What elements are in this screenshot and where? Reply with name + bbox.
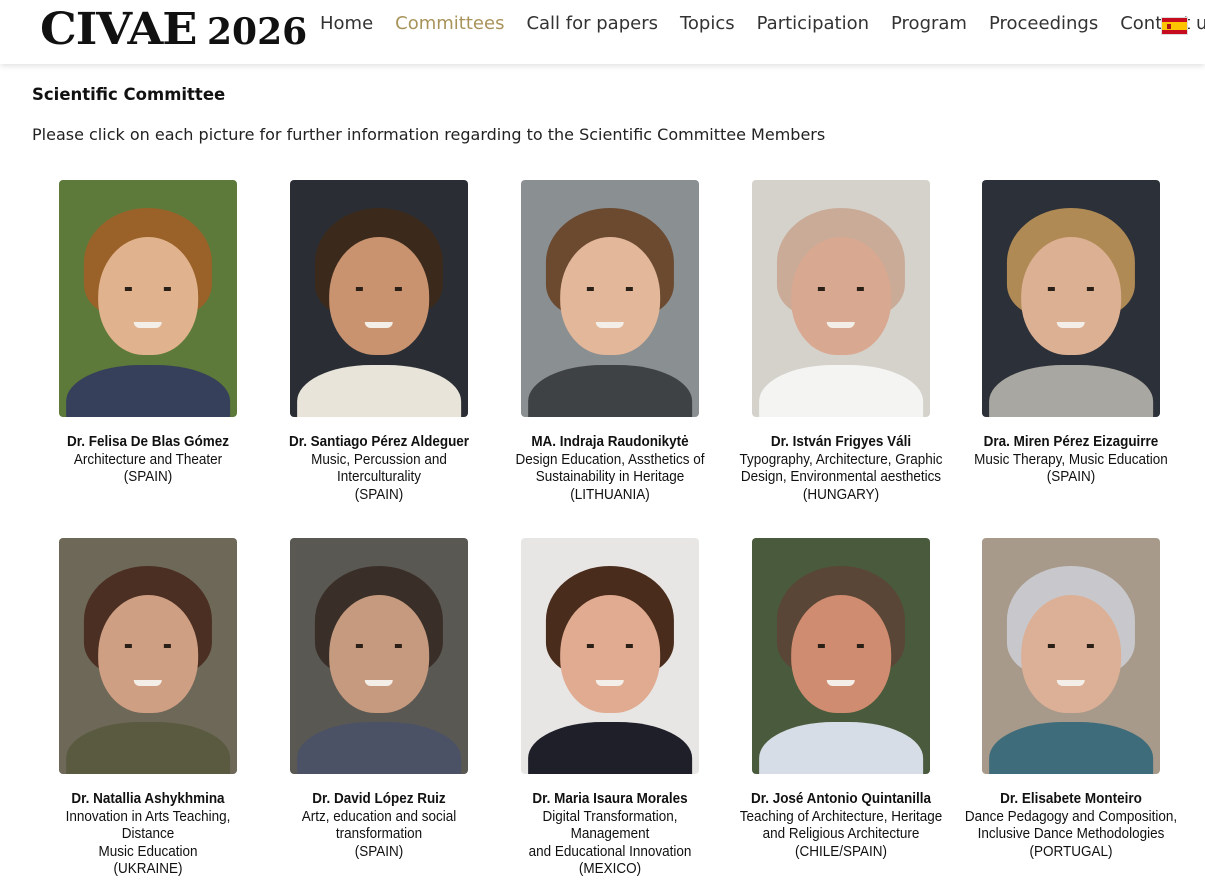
- member-field-line2: and Educational Innovation: [528, 843, 692, 860]
- member-field: Design Education, Assthetics of: [515, 451, 705, 468]
- member-field: Artz, education and social: [301, 808, 457, 825]
- member-country: (MEXICO): [578, 861, 642, 877]
- member-photo[interactable]: [982, 538, 1160, 774]
- member-field-line2: Sustainability in Heritage: [535, 469, 685, 485]
- member-field-line2: transformation: [335, 826, 423, 842]
- member-field: Dance Pedagogy and Composition,: [964, 808, 1178, 825]
- member-card: Dr. Felisa De Blas Gómez Architecture and…: [33, 180, 263, 487]
- member-name: Dr. David López Ruiz: [312, 791, 446, 807]
- member-photo[interactable]: [290, 538, 468, 774]
- nav-topics[interactable]: Topics: [680, 13, 735, 34]
- member-field: Digital Transformation, Management: [542, 808, 678, 843]
- member-photo[interactable]: [521, 180, 699, 417]
- nav-committees[interactable]: Committees: [395, 13, 504, 34]
- member-country: (CHILE/SPAIN): [795, 843, 887, 860]
- member-photo[interactable]: [59, 538, 237, 774]
- member-photo[interactable]: [290, 180, 468, 417]
- member-field: Typography, Architecture, Graphic: [739, 451, 943, 468]
- member-name: Dr. István Frigyes Váli: [770, 434, 912, 450]
- member-card: Dr. Maria Isaura Morales Digital Transfor…: [495, 538, 725, 879]
- member-field-line2: Design, Environmental aesthetics: [740, 469, 942, 485]
- member-name: Dr. Elisabete Monteiro: [1000, 791, 1142, 807]
- member-country: (SPAIN): [1046, 469, 1096, 485]
- member-card: Dr. István Frigyes Váli Typography, Archi…: [726, 180, 956, 504]
- main-navigation: Home Committees Call for papers Topics Parti…: [320, 13, 1205, 34]
- logo-civae-text: CIVAE: [40, 4, 197, 55]
- member-card: Dr. Natallia Ashykhmina Innovation in Art…: [33, 538, 263, 879]
- member-photo[interactable]: [752, 180, 930, 417]
- member-card: Dr. David López Ruiz Artz, education and …: [264, 538, 494, 861]
- member-card: Dr. José Antonio Quintanilla Teaching of …: [726, 538, 956, 861]
- member-name: Dra. Miren Pérez Eizaguirre: [983, 434, 1159, 450]
- member-card: MA. Indraja Raudonikytė Design Education,…: [495, 180, 725, 504]
- member-field-line2: Inclusive Dance Methodologies: [977, 826, 1165, 842]
- page-title: Scientific Committee: [32, 85, 226, 104]
- nav-program[interactable]: Program: [891, 13, 967, 34]
- member-country: (SPAIN): [354, 843, 404, 860]
- member-name: Dr. José Antonio Quintanilla: [750, 791, 932, 807]
- member-card: Dr. Santiago Pérez Aldeguer Music, Percus…: [264, 180, 494, 504]
- member-field-line2: Music Education: [98, 843, 198, 860]
- member-name: Dr. Maria Isaura Morales: [532, 791, 688, 807]
- nav-home[interactable]: Home: [320, 13, 373, 34]
- member-country: (SPAIN): [123, 469, 173, 485]
- member-photo[interactable]: [521, 538, 699, 774]
- member-photo[interactable]: [982, 180, 1160, 417]
- member-photo[interactable]: [59, 180, 237, 417]
- member-country: (SPAIN): [354, 486, 404, 503]
- member-card: Dra. Miren Pérez Eizaguirre Music Therapy…: [956, 180, 1186, 487]
- member-field: Music, Percussion and Interculturality: [311, 451, 447, 486]
- member-country: (UKRAINE): [113, 861, 183, 877]
- member-field-line2: and Religious Architecture: [762, 826, 920, 842]
- intro-text: Please click on each picture for further…: [32, 125, 826, 144]
- member-name: Dr. Felisa De Blas Gómez: [67, 434, 229, 450]
- member-card: Dr. Elisabete Monteiro Dance Pedagogy and…: [956, 538, 1186, 861]
- site-header: CIVAE 2026 Home Committees Call for papers…: [0, 0, 1205, 64]
- member-name: Dr. Natallia Ashykhmina: [71, 791, 225, 807]
- member-country: (PORTUGAL): [1029, 843, 1113, 860]
- member-field: Music Therapy, Music Education: [974, 451, 1168, 468]
- member-photo[interactable]: [752, 538, 930, 774]
- member-field: Teaching of Architecture, Heritage: [739, 808, 943, 825]
- member-name: Dr. Santiago Pérez Aldeguer: [288, 434, 470, 450]
- nav-call-for-papers[interactable]: Call for papers: [526, 13, 658, 34]
- member-country: (HUNGARY): [802, 486, 880, 503]
- spain-flag-icon[interactable]: [1161, 17, 1188, 35]
- member-name: MA. Indraja Raudonikytė: [531, 434, 689, 450]
- nav-participation[interactable]: Participation: [757, 13, 869, 34]
- logo-year-text: 2026: [207, 11, 308, 53]
- member-field: Architecture and Theater: [73, 451, 223, 468]
- member-field: Innovation in Arts Teaching, Distance: [65, 808, 231, 843]
- nav-proceedings[interactable]: Proceedings: [989, 13, 1098, 34]
- member-country: (LITHUANIA): [570, 486, 650, 503]
- civae-logo[interactable]: CIVAE 2026: [40, 4, 308, 55]
